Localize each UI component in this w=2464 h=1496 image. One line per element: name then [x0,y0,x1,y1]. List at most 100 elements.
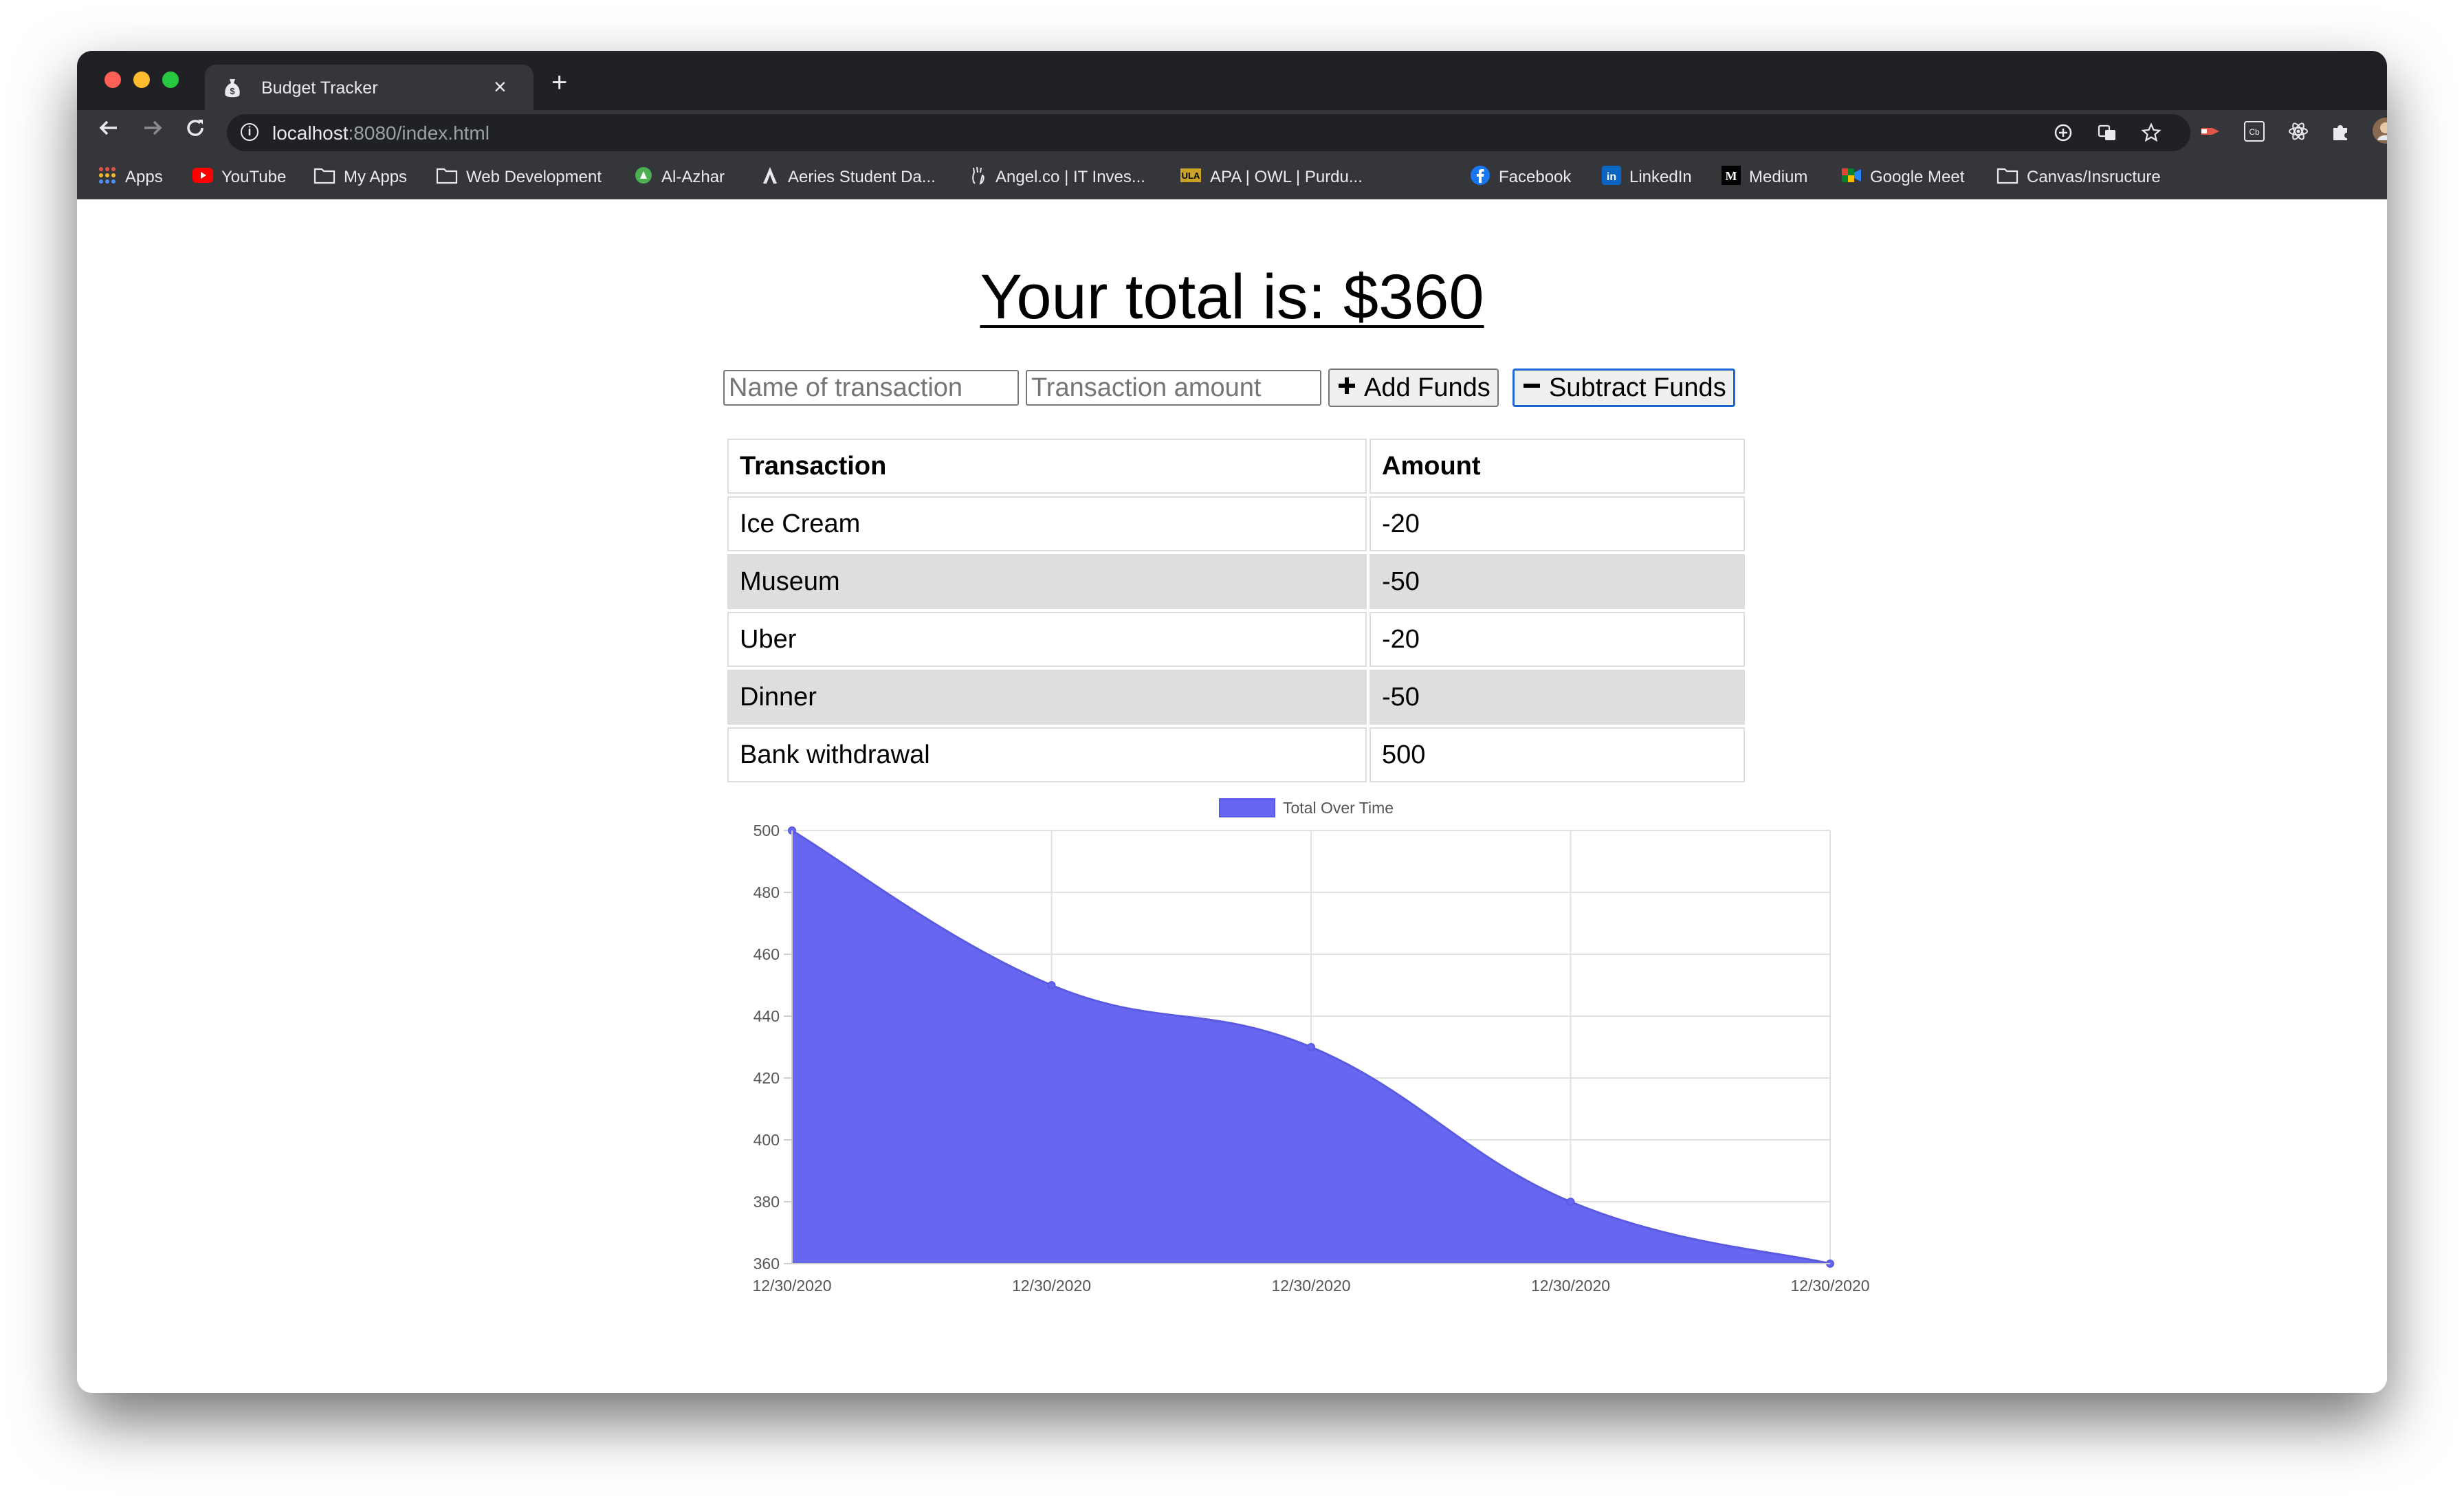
bookmark-apa-owl[interactable]: ULA APA | OWL | Purdu... [1180,165,1363,190]
y-tick-label: 460 [754,945,780,963]
total-heading: Your total is: $360 [980,262,1484,332]
new-tab-button[interactable]: + [551,67,567,98]
translate-icon[interactable] [2097,122,2118,148]
bookmark-facebook[interactable]: Facebook [1470,165,1571,190]
extension-red-icon[interactable] [2199,121,2222,146]
data-point [1047,981,1056,989]
aeries-icon [760,166,780,190]
legend-label: Total Over Time [1283,799,1394,817]
tab-title: Budget Tracker [261,78,378,98]
x-tick-label: 12/30/2020 [1790,1277,1869,1292]
extensions-puzzle-icon[interactable] [2329,120,2353,148]
y-tick-label: 480 [754,883,780,901]
transaction-amount-cell: -20 [1370,612,1745,667]
table-row: Ice Cream -20 [727,496,1745,551]
transaction-name-input[interactable] [723,370,1019,406]
transaction-amount-cell: -50 [1370,670,1745,725]
apps-grid-icon [98,166,117,190]
address-bar[interactable]: i localhost:8080/index.html [227,114,2190,151]
column-header-amount: Amount [1370,439,1745,494]
data-point [1307,1043,1315,1051]
browser-window: $ Budget Tracker × + i localhost:8080/in… [77,51,2387,1393]
table-row: Dinner -50 [727,670,1745,725]
al-azhar-icon [634,166,653,190]
medium-icon: M [1722,165,1741,190]
title-bar: $ Budget Tracker × + [77,51,2387,111]
x-tick-label: 12/30/2020 [1012,1277,1091,1292]
folder-icon [314,166,336,189]
react-devtools-icon[interactable] [2287,120,2310,148]
y-tick-label: 500 [754,822,780,839]
profile-avatar[interactable] [2372,117,2387,149]
site-info-icon[interactable]: i [241,123,258,141]
back-icon[interactable] [96,116,121,146]
add-funds-label: Add Funds [1364,373,1490,402]
angel-hand-icon [969,166,987,190]
x-tick-label: 12/30/2020 [752,1277,831,1292]
plus-icon [1336,373,1357,403]
bookmark-canvas[interactable]: Canvas/Insructure [1996,165,2161,190]
x-tick-label: 12/30/2020 [1531,1277,1610,1292]
reload-icon[interactable] [183,116,208,146]
y-tick-label: 360 [754,1255,780,1273]
column-header-transaction: Transaction [727,439,1367,494]
transaction-name-cell: Dinner [727,670,1367,725]
bookmark-al-azhar[interactable]: Al-Azhar [634,165,725,190]
bookmark-aeries[interactable]: Aeries Student Da... [760,165,936,190]
subtract-funds-label: Subtract Funds [1549,373,1726,402]
bookmark-web-development[interactable]: Web Development [436,165,602,190]
extension-cb-icon[interactable]: Cb [2243,120,2266,148]
folder-icon [436,166,458,189]
money-bag-icon: $ [223,78,242,98]
subtract-funds-button[interactable]: Subtract Funds [1512,368,1735,407]
x-tick-label: 12/30/2020 [1271,1277,1350,1292]
bookmark-apps[interactable]: Apps [98,165,163,190]
bookmark-linkedin[interactable]: in LinkedIn [1602,165,1692,190]
total-over-time-chart: 360 380 400 420 440 460 480 500 12/30/2020 12/30/… [716,784,1885,1295]
close-tab-icon[interactable]: × [494,74,507,100]
close-window-button[interactable] [104,72,121,88]
forward-icon[interactable] [140,116,165,146]
table-row: Museum -50 [727,554,1745,609]
svg-text:ULA: ULA [1182,170,1200,181]
transaction-amount-input[interactable] [1026,370,1321,406]
bookmark-star-icon[interactable] [2141,122,2162,148]
svg-text:M: M [1726,169,1737,183]
zoom-window-button[interactable] [162,72,179,88]
y-tick-label: 420 [754,1069,780,1087]
bookmark-my-apps[interactable]: My Apps [314,165,407,190]
bookmark-angel-co[interactable]: Angel.co | IT Inves... [969,165,1145,190]
linkedin-icon: in [1602,165,1621,190]
browser-toolbar: i localhost:8080/index.html Cb [77,110,2387,157]
install-app-icon[interactable] [2053,122,2074,148]
bookmark-google-meet[interactable]: Google Meet [1841,165,1964,190]
tab-budget-tracker[interactable]: $ Budget Tracker × [205,65,534,111]
transaction-name-cell: Uber [727,612,1367,667]
table-row: Bank withdrawal 500 [727,727,1745,782]
transactions-table: Transaction Amount Ice Cream -20 Museum … [725,436,1748,785]
minimize-window-button[interactable] [133,72,150,88]
folder-icon [1996,166,2018,189]
table-header-row: Transaction Amount [727,439,1745,494]
svg-text:$: $ [230,86,235,96]
youtube-icon [192,167,213,188]
google-meet-icon [1841,166,1862,189]
transaction-name-cell: Ice Cream [727,496,1367,551]
transaction-name-cell: Museum [727,554,1367,609]
y-tick-label: 440 [754,1007,780,1025]
table-row: Uber -20 [727,612,1745,667]
svg-text:in: in [1607,171,1616,183]
page-content: Your total is: $360 Add Funds Subtract F… [77,199,2387,1393]
y-tick-label: 400 [754,1131,780,1149]
transaction-amount-cell: -20 [1370,496,1745,551]
url-text: localhost:8080/index.html [272,122,490,144]
chart-canvas: 360 380 400 420 440 460 480 500 12/30/2020 12/30/… [752,798,1870,1295]
facebook-icon [1470,165,1490,190]
add-funds-button[interactable]: Add Funds [1328,368,1499,407]
transaction-amount-cell: -50 [1370,554,1745,609]
legend-swatch [1219,798,1275,817]
transaction-amount-cell: 500 [1370,727,1745,782]
svg-text:Cb: Cb [2249,127,2260,137]
bookmark-medium[interactable]: M Medium [1722,165,1807,190]
bookmark-youtube[interactable]: YouTube [192,165,286,190]
